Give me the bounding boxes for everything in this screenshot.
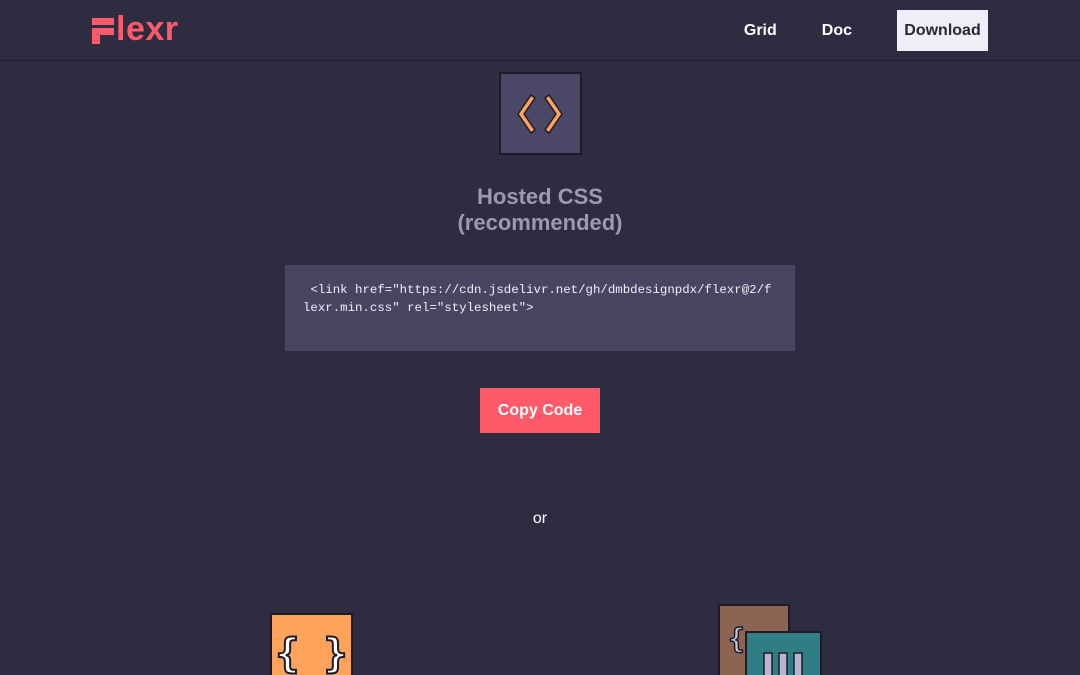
code-snippet[interactable]: <link href="https://cdn.jsdelivr.net/gh/… <box>303 281 777 317</box>
code-snippet-box[interactable]: <link href="https://cdn.jsdelivr.net/gh/… <box>285 265 795 351</box>
logo-text: lexr <box>116 10 179 48</box>
columns-stack-icon: { <box>718 604 822 675</box>
nav-link-doc[interactable]: Doc <box>822 10 852 51</box>
svg-text:{: { <box>728 622 745 655</box>
or-separator: or <box>532 510 548 527</box>
hosted-css-title: Hosted CSS (recommended) <box>0 184 1080 236</box>
curly-braces-icon: { } <box>270 613 353 675</box>
main-nav: Grid Doc Download <box>744 10 988 51</box>
site-header: lexr Grid Doc Download <box>0 0 1080 61</box>
download-button[interactable]: Download <box>897 10 988 51</box>
title-line-2: (recommended) <box>457 210 623 235</box>
stack-front-card <box>745 631 822 675</box>
page: lexr Grid Doc Download Hosted CSS (recom… <box>0 0 1080 675</box>
svg-text:{ }: { } <box>275 631 347 675</box>
flexr-logo[interactable]: lexr <box>92 10 179 48</box>
logo-f-mark <box>92 16 114 44</box>
nav-link-grid[interactable]: Grid <box>744 10 777 51</box>
title-line-1: Hosted CSS <box>477 184 603 209</box>
code-brackets-icon <box>499 72 582 155</box>
copy-code-button[interactable]: Copy Code <box>480 388 600 433</box>
